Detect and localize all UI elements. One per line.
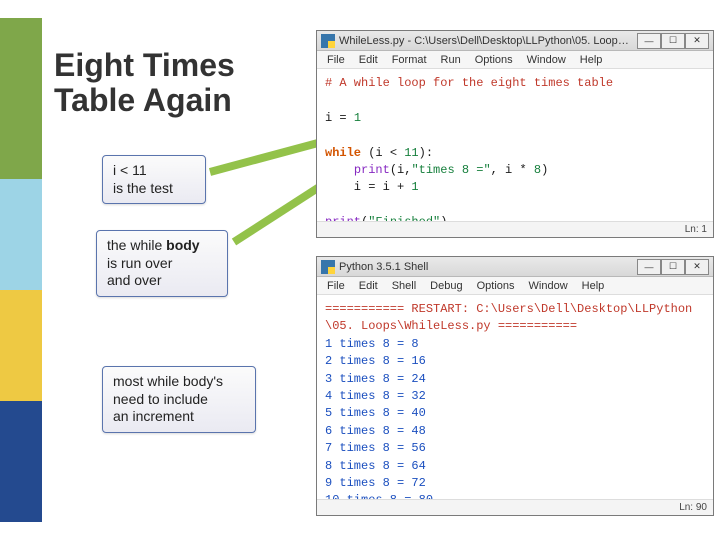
menu-window[interactable]: Window [523,279,574,293]
callout-increment: most while body's need to include an inc… [102,366,256,433]
editor-menubar: File Edit Format Run Options Window Help [317,51,713,69]
maximize-button[interactable]: ☐ [661,33,685,49]
slide-title: Eight Times Table Again [54,48,235,118]
slide-area: Eight Times Table Again i < 11 is the te… [42,0,720,540]
shell-output-line: 9 times 8 = 72 [325,476,426,490]
menu-help[interactable]: Help [576,279,611,293]
editor-title-text: WhileLess.py - C:\Users\Dell\Desktop\LLP… [339,35,633,47]
shell-output-line: 2 times 8 = 16 [325,354,426,368]
editor-status: Ln: 1 [317,221,713,237]
menu-shell[interactable]: Shell [386,279,422,293]
callout-body: the while body is run over and over [96,230,228,297]
close-button[interactable]: ✕ [685,33,709,49]
shell-titlebar: Python 3.5.1 Shell — ☐ ✕ [317,257,713,277]
minimize-button[interactable]: — [637,259,661,275]
menu-debug[interactable]: Debug [424,279,468,293]
shell-output-line: 6 times 8 = 48 [325,424,426,438]
python-icon [321,260,335,274]
shell-output-line: 7 times 8 = 56 [325,441,426,455]
editor-titlebar: WhileLess.py - C:\Users\Dell\Desktop\LLP… [317,31,713,51]
menu-help[interactable]: Help [574,53,609,67]
shell-output-area[interactable]: =========== RESTART: C:\Users\Dell\Deskt… [317,295,713,499]
shell-menubar: File Edit Shell Debug Options Window Hel… [317,277,713,295]
stripe-green [0,18,42,179]
code-assign: i = [325,111,354,125]
stripe-yellow [0,290,42,401]
callout-test: i < 11 is the test [102,155,206,204]
menu-options[interactable]: Options [469,53,519,67]
shell-output-line: 5 times 8 = 40 [325,406,426,420]
code-while-kw: while [325,146,361,160]
menu-edit[interactable]: Edit [353,53,384,67]
menu-file[interactable]: File [321,279,351,293]
menu-run[interactable]: Run [435,53,467,67]
menu-format[interactable]: Format [386,53,433,67]
menu-options[interactable]: Options [471,279,521,293]
shell-title-text: Python 3.5.1 Shell [339,261,633,273]
maximize-button[interactable]: ☐ [661,259,685,275]
shell-restart-line: =========== RESTART: C:\Users\Dell\Deskt… [325,301,705,336]
sidebar-stripe [0,18,42,522]
minimize-button[interactable]: — [637,33,661,49]
code-comment: # A while loop for the eight times table [325,76,613,90]
stripe-lightblue [0,179,42,290]
close-button[interactable]: ✕ [685,259,709,275]
menu-file[interactable]: File [321,53,351,67]
menu-edit[interactable]: Edit [353,279,384,293]
callout-body-text: the while body is run over and over [107,237,200,288]
shell-output-line: 1 times 8 = 8 [325,337,419,351]
menu-window[interactable]: Window [521,53,572,67]
python-icon [321,34,335,48]
shell-window: Python 3.5.1 Shell — ☐ ✕ File Edit Shell… [316,256,714,516]
stripe-darkblue [0,401,42,522]
shell-output-line: 8 times 8 = 64 [325,459,426,473]
editor-code-area[interactable]: # A while loop for the eight times table… [317,69,713,238]
editor-window: WhileLess.py - C:\Users\Dell\Desktop\LLP… [316,30,714,238]
shell-status: Ln: 90 [317,499,713,515]
shell-output-line: 4 times 8 = 32 [325,389,426,403]
shell-output-line: 3 times 8 = 24 [325,372,426,386]
code-print-kw: print [354,163,390,177]
